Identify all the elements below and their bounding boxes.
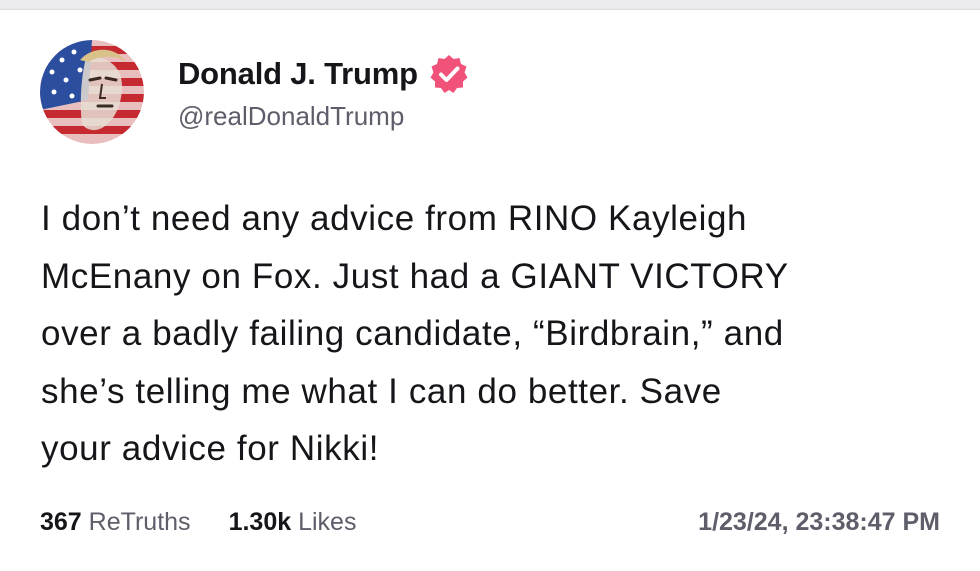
post-text-line: over a badly failing candidate, “Birdbra… [41, 314, 784, 353]
avatar[interactable] [40, 40, 144, 144]
likes-stat[interactable]: 1.30k Likes [229, 508, 357, 537]
post-card: Donald J. Trump @realDonaldTrump I don’t… [0, 0, 980, 571]
author-handle[interactable]: @realDonaldTrump [178, 101, 470, 132]
flag-portrait-avatar-icon [40, 40, 144, 144]
post-text: I don’t need any advice from RINO Kaylei… [41, 190, 941, 478]
post-header: Donald J. Trump @realDonaldTrump [40, 40, 470, 144]
retruths-stat[interactable]: 367 ReTruths [40, 508, 191, 537]
likes-count: 1.30k [228, 508, 292, 536]
retruths-label: ReTruths [88, 508, 191, 536]
post-timestamp[interactable]: 1/23/24, 23:38:47 PM [698, 508, 940, 537]
post-text-line: I don’t need any advice from RINO Kaylei… [41, 199, 748, 238]
author-name-row: Donald J. Trump [178, 53, 470, 95]
post-text-line: your advice for Nikki! [41, 429, 380, 468]
post-stats: 367 ReTruths 1.30k Likes 1/23/24, 23:38:… [40, 508, 940, 537]
likes-label: Likes [298, 508, 357, 536]
post-text-line: she’s telling me what I can do better. S… [41, 371, 722, 411]
verified-badge-icon [428, 53, 470, 95]
author-names: Donald J. Trump @realDonaldTrump [178, 53, 470, 132]
retruths-count: 367 [40, 508, 82, 536]
author-display-name[interactable]: Donald J. Trump [178, 56, 418, 92]
top-divider [0, 0, 980, 10]
post-text-line: McEnany on Fox. Just had a GIANT VICTORY [41, 256, 789, 296]
